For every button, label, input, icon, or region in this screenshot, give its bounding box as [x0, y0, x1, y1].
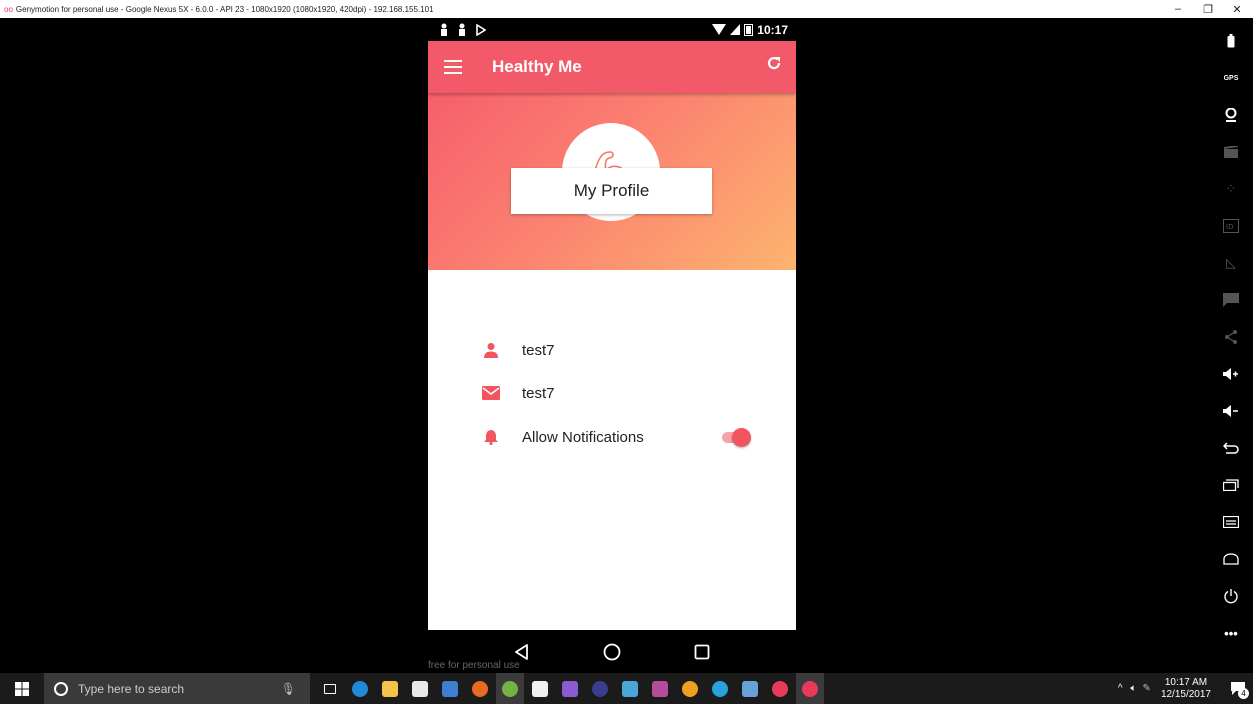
- power-icon[interactable]: [1209, 581, 1253, 611]
- taskbar-apps: [316, 673, 826, 704]
- windows-start-button[interactable]: [0, 673, 44, 704]
- home-icon[interactable]: [1209, 544, 1253, 574]
- battery-icon[interactable]: [1209, 26, 1253, 56]
- allow-notifications-label: Allow Notifications: [522, 428, 644, 446]
- gps-icon[interactable]: GPS: [1209, 63, 1253, 93]
- notification-icons: [440, 23, 486, 36]
- play-store-icon: [476, 23, 486, 36]
- window-title: Genymotion for personal use - Google Nex…: [15, 4, 434, 14]
- pen-tray-icon[interactable]: ✎: [1143, 683, 1151, 694]
- list-item-notifications: Allow Notifications: [428, 422, 796, 452]
- username-text: test7: [522, 341, 555, 359]
- window-titlebar: oo Genymotion for personal use - Google …: [0, 0, 1253, 18]
- taskbar-search-box[interactable]: Type here to search 🎙︎: [44, 673, 310, 704]
- visual-studio-app-icon[interactable]: [556, 673, 584, 704]
- recent-apps-icon[interactable]: [1209, 470, 1253, 500]
- notification-person-icon: [459, 23, 465, 36]
- sms-icon[interactable]: [1209, 285, 1253, 315]
- notification-person-icon: [441, 23, 447, 36]
- taskbar-search-placeholder: Type here to search: [78, 681, 185, 696]
- toggle-knob: [732, 428, 751, 447]
- eclipse-app-icon[interactable]: [586, 673, 614, 704]
- back-icon[interactable]: [1209, 433, 1253, 463]
- volume-tray-icon[interactable]: 🔈︎: [1131, 683, 1137, 694]
- svg-text:ID: ID: [1226, 223, 1233, 231]
- task-view-button[interactable]: [316, 673, 344, 704]
- more-icon[interactable]: •••: [1209, 618, 1253, 648]
- share-icon[interactable]: [1209, 322, 1253, 352]
- restore-button[interactable]: ❐: [1193, 0, 1223, 18]
- file-explorer-app-icon[interactable]: [376, 673, 404, 704]
- refresh-icon: [767, 56, 781, 70]
- mail-app-icon[interactable]: [406, 673, 434, 704]
- hamburger-icon: [444, 60, 462, 74]
- menu-icon[interactable]: [1209, 507, 1253, 537]
- dpad-icon[interactable]: ⁘: [1209, 174, 1253, 204]
- volume-down-icon[interactable]: [1209, 396, 1253, 426]
- my-profile-card: My Profile: [511, 168, 712, 214]
- id-icon[interactable]: ID: [1209, 211, 1253, 241]
- virtualbox-app-icon[interactable]: [436, 673, 464, 704]
- edge-app-icon[interactable]: [346, 673, 374, 704]
- windows-logo-icon: [15, 681, 29, 696]
- person-icon: [482, 341, 500, 359]
- genymotion-app-icon[interactable]: [766, 673, 794, 704]
- watermark-text: free for personal use: [428, 660, 520, 671]
- mail-icon: [482, 384, 500, 402]
- webcam-icon[interactable]: [1209, 100, 1253, 130]
- status-time: 10:17: [757, 22, 788, 37]
- chrome-canary-app-icon[interactable]: [676, 673, 704, 704]
- microphone-icon[interactable]: 🎙︎: [281, 682, 296, 696]
- tray-chevron-icon[interactable]: ^: [1118, 683, 1123, 694]
- volume-up-icon[interactable]: [1209, 359, 1253, 389]
- genymotion-player-app-icon[interactable]: [796, 673, 824, 704]
- sourcetree-app-icon[interactable]: [616, 673, 644, 704]
- android-studio-app-icon[interactable]: [496, 673, 524, 704]
- notification-count-badge: 4: [1238, 688, 1249, 699]
- cast-icon[interactable]: ◺: [1209, 248, 1253, 278]
- status-right: 10:17: [712, 23, 788, 37]
- nav-back-button[interactable]: [514, 643, 530, 660]
- android-status-bar: 10:17: [428, 18, 796, 41]
- nav-recents-button[interactable]: [694, 644, 710, 660]
- app-bar: Healthy Me: [428, 41, 796, 93]
- list-item-username: test7: [428, 335, 796, 365]
- clock-time: 10:17 AM: [1164, 676, 1208, 688]
- network-app-icon[interactable]: [736, 673, 764, 704]
- genymotion-logo-icon: oo: [4, 4, 13, 14]
- wifi-icon: [712, 24, 727, 35]
- android-screen: 10:17 Healthy Me My Profile test7 test7 …: [428, 18, 796, 630]
- action-center-button[interactable]: 4: [1223, 673, 1253, 704]
- store-app-icon[interactable]: [526, 673, 554, 704]
- capture-icon[interactable]: [1209, 137, 1253, 167]
- close-button[interactable]: ✕: [1222, 0, 1252, 18]
- intellij-app-icon[interactable]: [646, 673, 674, 704]
- nav-home-button[interactable]: [603, 643, 621, 661]
- clock-date: 12/15/2017: [1160, 688, 1211, 700]
- windows-taskbar: Type here to search 🎙︎ ^ 🔈︎ ✎ 10:17 AM 1…: [0, 673, 1253, 704]
- cortana-icon: [54, 681, 68, 696]
- taskbar-clock[interactable]: 10:17 AM 12/15/2017: [1161, 677, 1211, 701]
- system-tray: ^ 🔈︎ ✎ 10:17 AM 12/15/2017 4: [1118, 673, 1253, 704]
- notifications-toggle[interactable]: [722, 426, 752, 448]
- signal-icon: [730, 24, 741, 35]
- hamburger-menu-button[interactable]: [428, 41, 478, 93]
- list-item-email: test7: [428, 378, 796, 408]
- app-title: Healthy Me: [492, 57, 582, 76]
- refresh-button[interactable]: [766, 55, 782, 76]
- skype-app-icon[interactable]: [706, 673, 734, 704]
- battery-status-icon: [744, 24, 754, 36]
- bell-icon: [482, 428, 500, 446]
- genymotion-side-toolbar: GPS ⁘ ID ◺ •••: [1209, 18, 1253, 673]
- minimize-button[interactable]: –: [1163, 0, 1193, 18]
- firefox-app-icon[interactable]: [466, 673, 494, 704]
- email-text: test7: [522, 384, 555, 402]
